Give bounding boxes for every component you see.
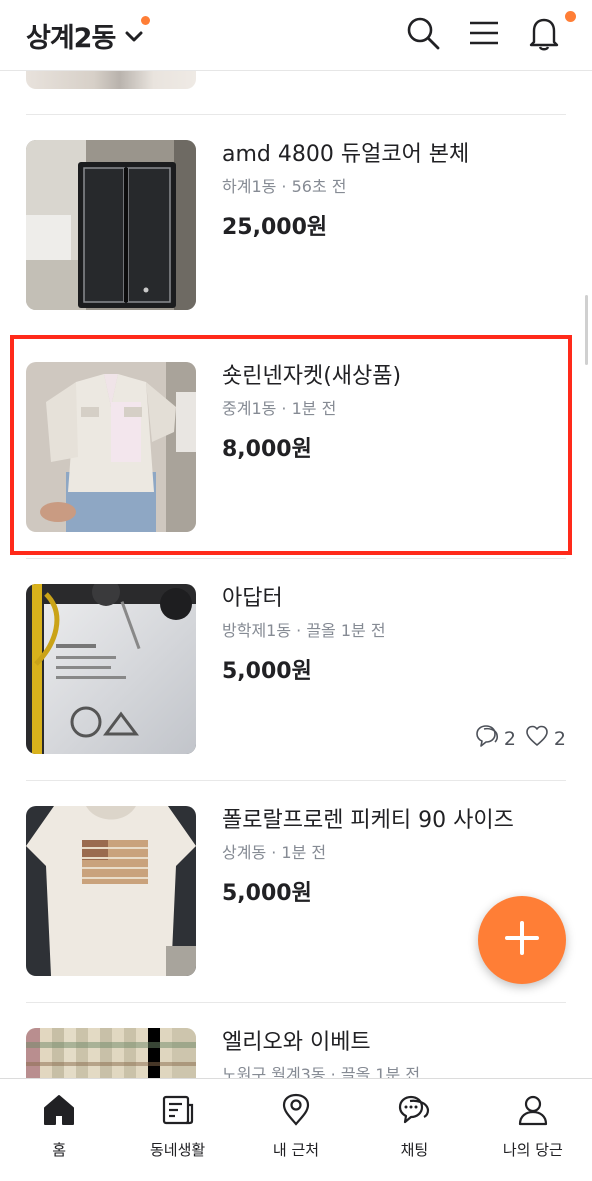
divider [26, 780, 566, 781]
write-post-button[interactable] [478, 896, 566, 984]
app-header: 상계2동 [0, 0, 592, 71]
nav-label: 동네생활 [150, 1141, 206, 1159]
item-meta: 상계동 · 1분 전 [222, 843, 327, 862]
divider [26, 336, 566, 337]
item-info: 아답터 방학제1동 · 끌올 1분 전 5,000원 [222, 584, 562, 685]
item-info: 엘리오와 이베트 노원구 월계3동 · 끌올 1분 전 [222, 1028, 562, 1078]
item-thumbnail-partial[interactable] [26, 71, 196, 89]
home-icon [42, 1093, 76, 1131]
nav-home[interactable]: 홈 [0, 1079, 118, 1181]
nav-label: 홈 [52, 1141, 67, 1159]
item-meta: 노원구 월계3동 · 끌올 1분 전 [222, 1065, 421, 1078]
nav-my-carrot[interactable]: 나의 당근 [474, 1079, 592, 1181]
item-thumbnail [26, 1028, 196, 1078]
item-thumbnail [26, 584, 196, 754]
list-item[interactable]: 엘리오와 이베트 노원구 월계3동 · 끌올 1분 전 [26, 1028, 566, 1078]
scrollbar[interactable] [585, 295, 588, 365]
chevron-down-icon [125, 16, 151, 47]
chat-count: 2 [503, 727, 516, 750]
item-title: amd 4800 듀얼코어 본체 [222, 142, 470, 167]
news-icon [161, 1093, 195, 1131]
item-meta: 하계1동 · 56초 전 [222, 177, 347, 196]
nav-neighborhood[interactable]: 동네생활 [118, 1079, 236, 1181]
item-thumbnail [26, 140, 196, 310]
item-price: 25,000원 [222, 215, 328, 240]
location-selector[interactable]: 상계2동 [26, 16, 151, 55]
item-title: 폴로랄프로렌 피케티 90 사이즈 [222, 808, 514, 833]
divider [26, 114, 566, 115]
notification-dot [565, 11, 576, 22]
list-item[interactable]: amd 4800 듀얼코어 본체 하계1동 · 56초 전 25,000원 [26, 140, 566, 310]
location-new-dot [141, 16, 151, 25]
list-item[interactable]: 숏린넨자켓(새상품) 중계1동 · 1분 전 8,000원 [26, 362, 566, 532]
location-label: 상계2동 [26, 23, 116, 54]
item-price: 5,000원 [222, 659, 312, 684]
menu-icon[interactable] [466, 15, 502, 51]
item-title: 엘리오와 이베트 [222, 1030, 371, 1055]
item-info: 폴로랄프로렌 피케티 90 사이즈 상계동 · 1분 전 5,000원 [222, 806, 562, 907]
nav-label: 내 근처 [272, 1141, 320, 1159]
item-info: amd 4800 듀얼코어 본체 하계1동 · 56초 전 25,000원 [222, 140, 562, 241]
nav-label: 채팅 [400, 1141, 429, 1159]
item-counts: 2 2 [474, 723, 566, 754]
plus-icon [503, 919, 541, 961]
person-icon [516, 1093, 550, 1131]
nav-nearby[interactable]: 내 근처 [237, 1079, 355, 1181]
chat-icon [397, 1093, 431, 1131]
like-count: 2 [553, 727, 566, 750]
location-pin-icon [279, 1093, 313, 1131]
item-price: 8,000원 [222, 437, 312, 462]
item-title: 숏린넨자켓(새상품) [222, 364, 402, 389]
item-info: 숏린넨자켓(새상품) 중계1동 · 1분 전 8,000원 [222, 362, 562, 463]
nav-chat[interactable]: 채팅 [355, 1079, 473, 1181]
nav-label: 나의 당근 [502, 1141, 563, 1159]
item-title: 아답터 [222, 586, 283, 611]
divider [26, 558, 566, 559]
divider [26, 1002, 566, 1003]
item-meta: 중계1동 · 1분 전 [222, 399, 337, 418]
item-meta: 방학제1동 · 끌올 1분 전 [222, 621, 386, 640]
bottom-navigation: 홈 동네생활 내 근처 채팅 나의 당근 [0, 1078, 592, 1181]
item-thumbnail [26, 362, 196, 532]
list-item[interactable]: 아답터 방학제1동 · 끌올 1분 전 5,000원 2 2 [26, 584, 566, 754]
chat-icon [474, 723, 500, 754]
bell-icon[interactable] [526, 11, 576, 51]
heart-icon [524, 723, 550, 754]
item-thumbnail [26, 806, 196, 976]
search-icon[interactable] [405, 15, 441, 51]
